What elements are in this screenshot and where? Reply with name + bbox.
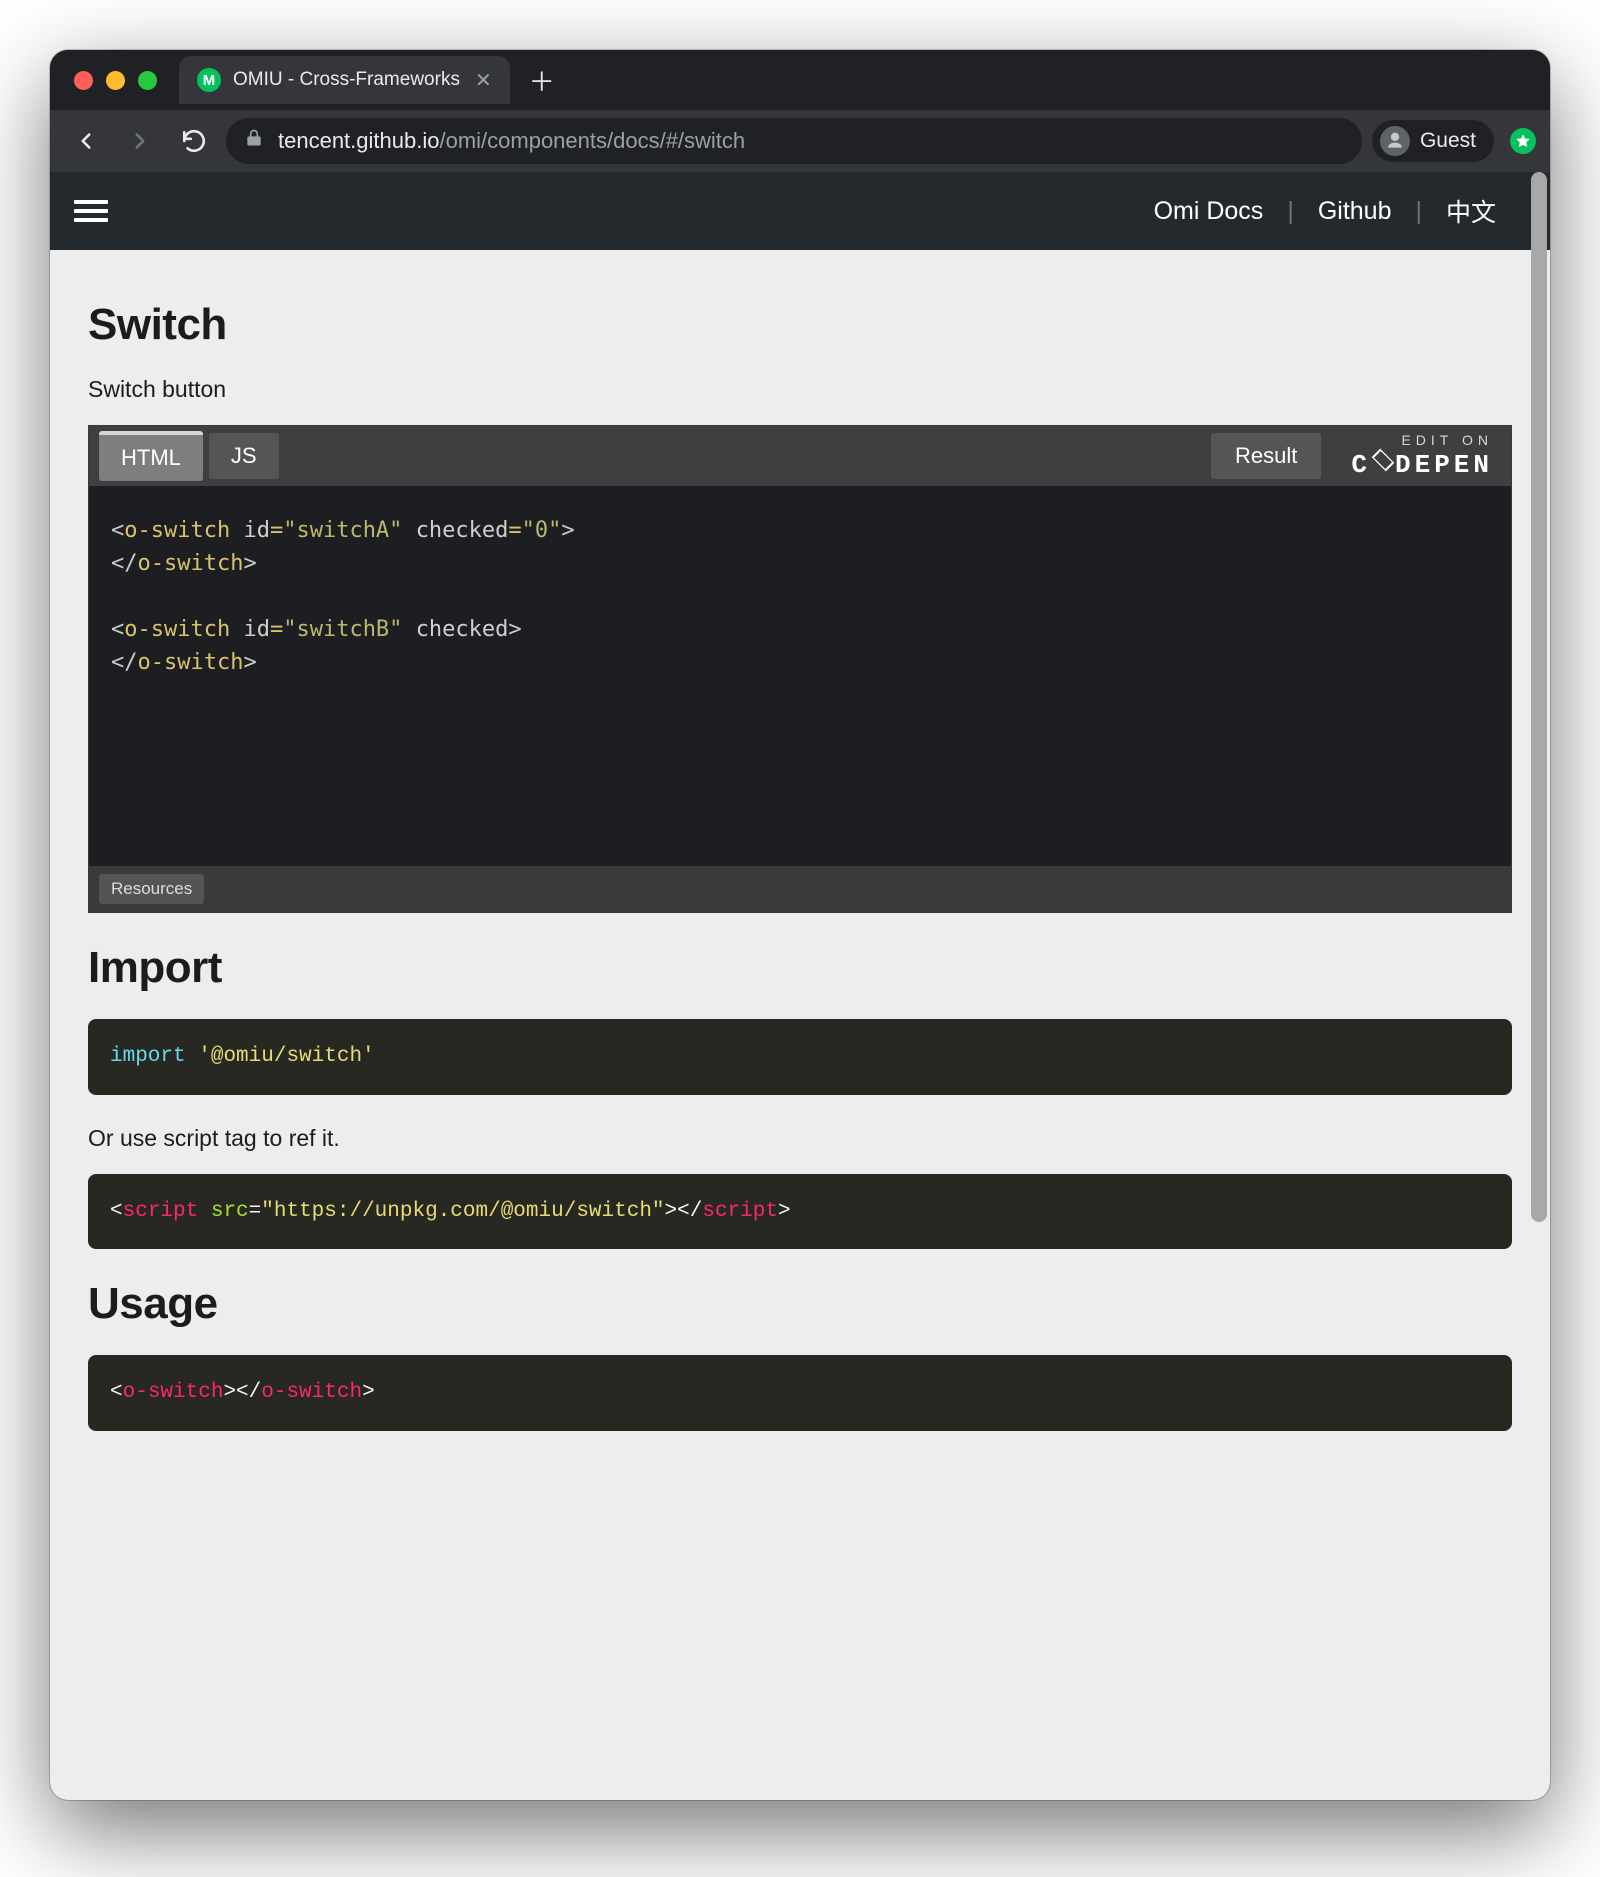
tab-title: OMIU - Cross-Frameworks UI F	[233, 69, 463, 91]
browser-window: M OMIU - Cross-Frameworks UI F ✕ ＋ tence…	[50, 50, 1550, 1800]
header-nav: Omi Docs | Github | 中文	[1130, 193, 1520, 229]
codepen-toolbar: HTML JS Result EDIT ON CDEPEN	[89, 426, 1511, 486]
favicon-icon: M	[197, 68, 221, 92]
url-path: /omi/components/docs/#/switch	[439, 128, 745, 153]
extension-badge[interactable]	[1510, 128, 1536, 154]
maximize-window-button[interactable]	[138, 71, 157, 90]
menu-icon[interactable]	[64, 185, 118, 237]
avatar-icon	[1380, 126, 1410, 156]
scrollbar[interactable]	[1528, 172, 1550, 1800]
codepen-resources-button[interactable]: Resources	[99, 874, 204, 904]
codepen-edit-label: EDIT ON	[1351, 432, 1493, 448]
url-host: tencent.github.io	[278, 128, 439, 153]
window-controls	[64, 71, 165, 90]
page-viewport: Omi Docs | Github | 中文 Switch Switch but…	[50, 172, 1550, 1800]
close-window-button[interactable]	[74, 71, 93, 90]
codepen-tab-html[interactable]: HTML	[99, 431, 203, 481]
address-bar[interactable]: tencent.github.io/omi/components/docs/#/…	[226, 118, 1362, 164]
codepen-code[interactable]: <o-switch id="switchA" checked="0"> </o-…	[89, 486, 1511, 866]
doc-body: Switch Switch button HTML JS Result EDIT…	[50, 250, 1550, 1501]
close-tab-icon[interactable]: ✕	[475, 68, 492, 93]
browser-toolbar: tencent.github.io/omi/components/docs/#/…	[50, 110, 1550, 172]
lock-icon	[244, 128, 264, 154]
page-subtitle: Switch button	[88, 376, 1512, 403]
codepen-tabs: HTML JS	[99, 431, 285, 481]
codepen-logo: CDEPEN	[1351, 450, 1493, 480]
codepen-tab-result[interactable]: Result	[1211, 433, 1321, 479]
page-title: Switch	[88, 300, 1512, 350]
tab-strip: M OMIU - Cross-Frameworks UI F ✕ ＋	[50, 50, 1550, 110]
back-button[interactable]	[64, 119, 108, 163]
heading-import: Import	[88, 943, 1512, 993]
scrollbar-thumb[interactable]	[1531, 172, 1547, 1222]
nav-link-github[interactable]: Github	[1294, 197, 1416, 226]
heading-usage: Usage	[88, 1279, 1512, 1329]
codepen-embed: HTML JS Result EDIT ON CDEPEN <o-switch …	[88, 425, 1512, 913]
nav-link-docs[interactable]: Omi Docs	[1130, 197, 1288, 226]
reload-button[interactable]	[172, 119, 216, 163]
text-or-script: Or use script tag to ref it.	[88, 1125, 1512, 1152]
code-import[interactable]: import '@omiu/switch'	[88, 1019, 1512, 1095]
forward-button[interactable]	[118, 119, 162, 163]
nav-link-chinese[interactable]: 中文	[1422, 193, 1520, 229]
app-header: Omi Docs | Github | 中文	[50, 172, 1550, 250]
code-usage[interactable]: <o-switch></o-switch>	[88, 1355, 1512, 1431]
minimize-window-button[interactable]	[106, 71, 125, 90]
url-text: tencent.github.io/omi/components/docs/#/…	[278, 128, 745, 154]
profile-label: Guest	[1420, 129, 1476, 153]
code-script[interactable]: <script src="https://unpkg.com/@omiu/swi…	[88, 1174, 1512, 1250]
browser-tab[interactable]: M OMIU - Cross-Frameworks UI F ✕	[179, 56, 510, 104]
codepen-tab-js[interactable]: JS	[209, 433, 279, 479]
profile-chip[interactable]: Guest	[1372, 120, 1494, 162]
new-tab-button[interactable]: ＋	[524, 62, 560, 98]
codepen-brand[interactable]: EDIT ON CDEPEN	[1351, 432, 1493, 480]
codepen-footer: Resources	[89, 866, 1511, 912]
